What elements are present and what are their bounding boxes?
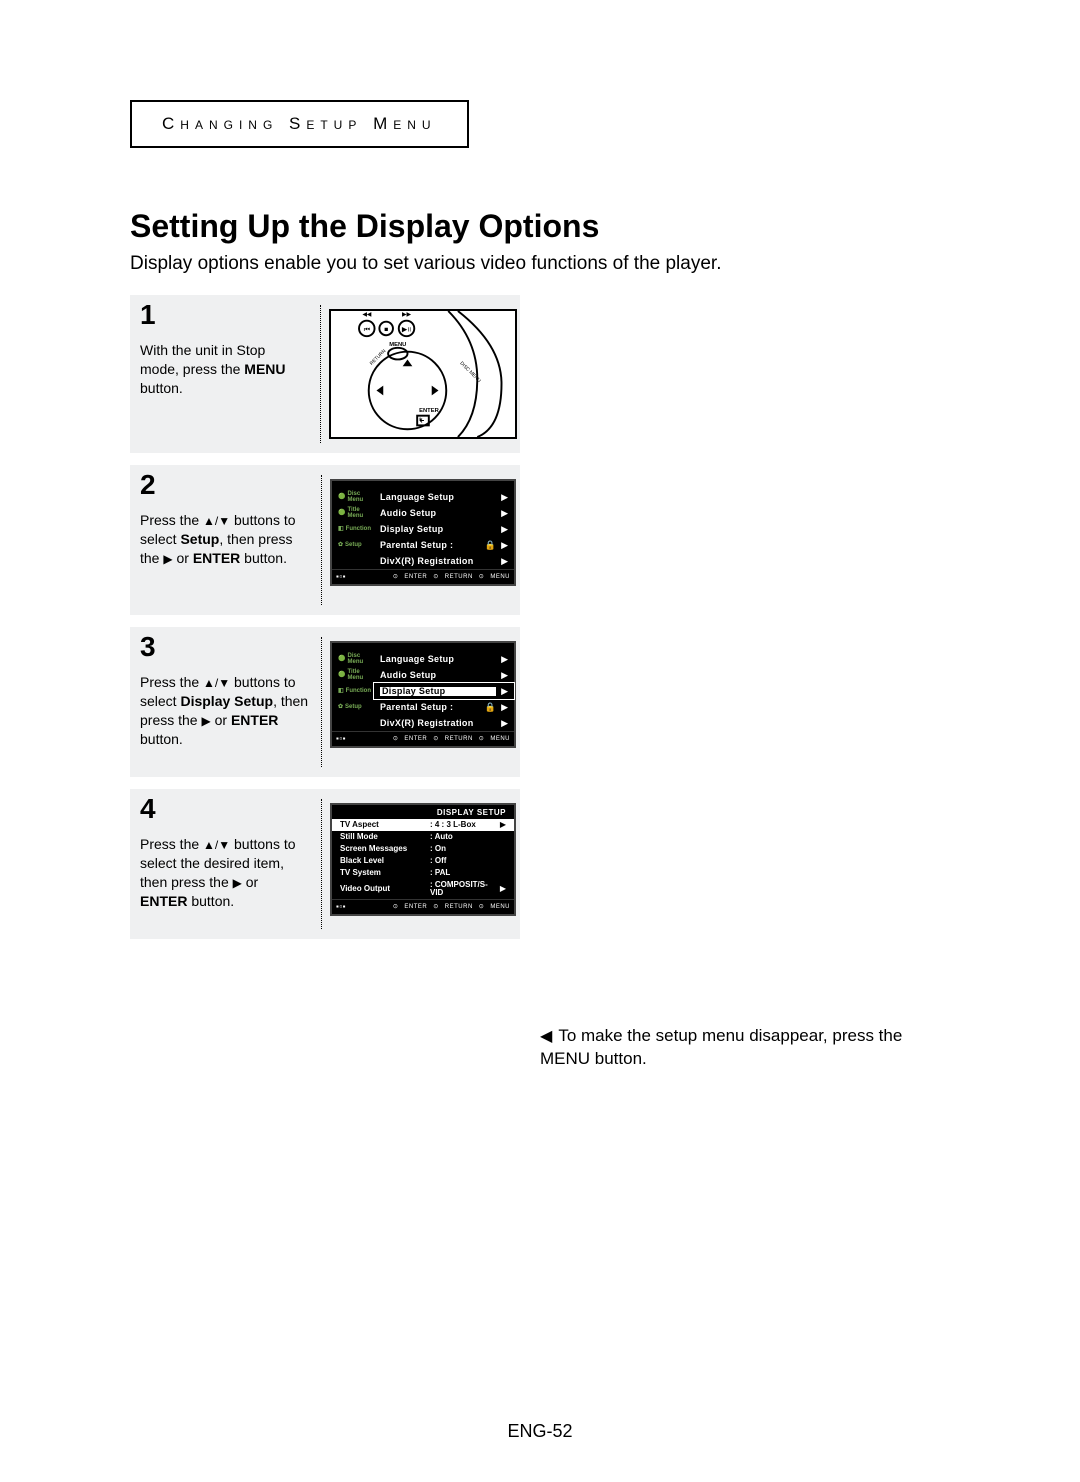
step-1-number: 1 — [130, 299, 165, 331]
tip-note: ◀To make the setup menu disappear, press… — [540, 1025, 920, 1071]
display-row: Screen Messages: On — [332, 843, 514, 855]
svg-text:■: ■ — [384, 326, 388, 333]
display-setup-heading: DISPLAY SETUP — [332, 805, 514, 819]
osd-item-selected: Display Setup▶ — [374, 683, 514, 699]
osd-item: DivX(R) Registration▶ — [374, 553, 514, 569]
remote-control-diagram: ⏮ ■ ▶॥ ◀◀ ▶▶ MENU ENTER — [331, 311, 515, 437]
osd-item: Parental Setup :🔒▶ — [374, 537, 514, 553]
svg-text:▶▶: ▶▶ — [402, 312, 411, 318]
step-1-remote-illustration: ⏮ ■ ▶॥ ◀◀ ▶▶ MENU ENTER — [325, 305, 520, 443]
svg-text:DISC MENU: DISC MENU — [458, 361, 482, 385]
display-row: TV System: PAL — [332, 867, 514, 879]
step-1: 1 With the unit in Stop mode, press the … — [130, 295, 520, 453]
steps-container: 1 With the unit in Stop mode, press the … — [130, 295, 950, 939]
lock-icon: 🔒 — [485, 703, 496, 712]
page-number: ENG-52 — [0, 1421, 1080, 1442]
svg-text:◀◀: ◀◀ — [362, 312, 371, 318]
display-row: Black Level: Off — [332, 855, 514, 867]
step-divider — [320, 305, 321, 443]
osd-tag-title: 🟢Title Menu — [338, 505, 374, 521]
intro-text: Display options enable you to set variou… — [130, 253, 950, 275]
display-row: Still Mode: Auto — [332, 831, 514, 843]
osd-item: Audio Setup▶ — [374, 505, 514, 521]
step-3-screenshot: 🟢Disc Menu 🟢Title Menu ◧Function ✿Setup … — [326, 637, 520, 767]
osd-display-setup: DISPLAY SETUP TV Aspect: 4 : 3 L-Box▶ St… — [330, 803, 516, 916]
remote-enter-label: ENTER — [419, 408, 439, 414]
svg-text:▶॥: ▶॥ — [402, 326, 411, 333]
step-4: 4 Press the ▲/▼ buttons to select the de… — [130, 789, 520, 939]
osd-setup-menu: 🟢Disc Menu 🟢Title Menu ◧Function ✿Setup … — [330, 479, 516, 586]
osd-tag-func: ◧Function — [338, 521, 374, 537]
tip-arrow-icon: ◀ — [540, 1028, 552, 1045]
osd-tag-disc: 🟢Disc Menu — [338, 489, 374, 505]
lock-icon: 🔒 — [485, 541, 496, 550]
osd-tag-setup: ✿Setup — [338, 537, 374, 553]
osd-item: Language Setup▶ — [374, 489, 514, 505]
section-heading-box: Changing Setup Menu — [130, 100, 469, 148]
step-4-number: 4 — [130, 793, 165, 825]
step-2: 2 Press the ▲/▼ buttons to select Setup,… — [130, 465, 520, 615]
svg-text:⏮: ⏮ — [364, 326, 370, 333]
display-row-tv-aspect: TV Aspect: 4 : 3 L-Box▶ — [332, 819, 514, 831]
display-row: Video Output: COMPOSIT/S-VID▶ — [332, 879, 514, 899]
osd-item: Display Setup▶ — [374, 521, 514, 537]
step-2-number: 2 — [130, 469, 165, 501]
page-title: Setting Up the Display Options — [130, 208, 950, 245]
osd-setup-menu-display-selected: 🟢Disc Menu 🟢Title Menu ◧Function ✿Setup … — [330, 641, 516, 748]
osd-footer: ▪▫▪ ⊙ENTER ⊙RETURN ⊙MENU — [332, 569, 514, 584]
step-4-screenshot: DISPLAY SETUP TV Aspect: 4 : 3 L-Box▶ St… — [326, 799, 520, 929]
step-3: 3 Press the ▲/▼ buttons to select Displa… — [130, 627, 520, 777]
section-label: Changing Setup Menu — [162, 114, 437, 133]
step-2-screenshot: 🟢Disc Menu 🟢Title Menu ◧Function ✿Setup … — [326, 475, 520, 605]
step-3-number: 3 — [130, 631, 165, 663]
